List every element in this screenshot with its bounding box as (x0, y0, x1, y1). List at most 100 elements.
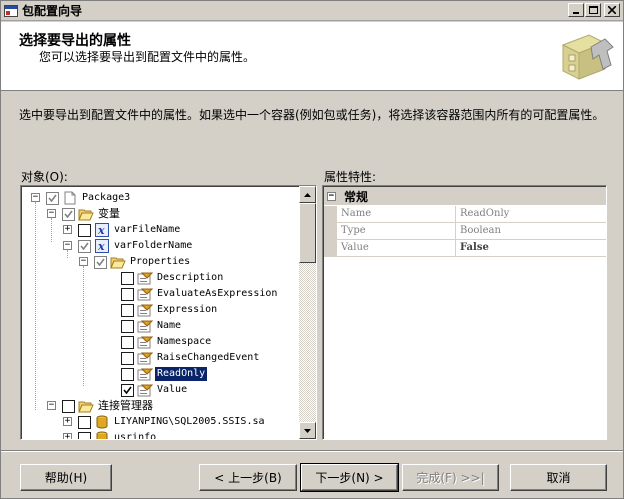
prop-label: EvaluateAsExpression (157, 288, 278, 299)
prop-checkbox[interactable] (121, 367, 134, 381)
page-title: 选择要导出的属性 (19, 33, 131, 49)
objects-tree[interactable]: − Package3 − 变量 + x varFileName − x varF… (20, 185, 317, 440)
var-foldername-checkbox[interactable] (78, 239, 91, 253)
expand-toggle[interactable]: + (63, 433, 72, 439)
property-icon (137, 303, 153, 317)
prop-label: Namespace (157, 336, 212, 347)
wizard-app-icon (4, 4, 18, 18)
properties-checkbox[interactable] (94, 255, 107, 269)
connection-managers-checkbox[interactable] (62, 399, 75, 413)
tree-node-connection-1[interactable]: + LIYANPING\SQL2005.SSIS.sa (63, 414, 267, 430)
checkmark-icon (48, 194, 57, 202)
tree-node-package[interactable]: − Package3 (31, 190, 132, 206)
tree-node-prop-evaluateasexpression[interactable]: EvaluateAsExpression (121, 286, 279, 302)
scroll-down-button[interactable] (299, 422, 316, 439)
property-value: False (456, 240, 606, 257)
expand-toggle[interactable]: + (63, 225, 72, 234)
collapse-toggle[interactable]: − (63, 241, 72, 250)
collapse-toggle[interactable]: − (31, 193, 40, 202)
variable-icon: x (94, 239, 110, 253)
scroll-track[interactable] (299, 263, 316, 422)
back-button[interactable]: < 上一步(B) (199, 464, 297, 491)
minimize-icon (573, 12, 579, 14)
open-folder-icon (110, 255, 126, 269)
finish-button[interactable]: 完成(F) >>| (402, 464, 499, 491)
var-foldername-label: varFolderName (114, 240, 193, 251)
expand-toggle[interactable]: + (63, 417, 72, 426)
collapse-toggle[interactable]: − (79, 257, 88, 266)
prop-checkbox[interactable] (121, 319, 134, 333)
property-row-name[interactable]: Name ReadOnly (324, 206, 606, 223)
properties-label: 属性特性: (324, 170, 377, 184)
prop-checkbox[interactable] (121, 303, 134, 317)
prop-checkbox[interactable] (121, 351, 134, 365)
checkmark-icon (96, 258, 105, 266)
property-icon (137, 271, 153, 285)
prop-label: Value (157, 384, 188, 395)
help-button[interactable]: 帮助(H) (20, 464, 112, 491)
property-name: Name (337, 206, 456, 223)
prop-checkbox[interactable] (121, 287, 134, 301)
wizard-header: 选择要导出的属性 您可以选择要导出到配置文件中的属性。 (1, 22, 623, 91)
prop-checkbox[interactable] (121, 335, 134, 349)
close-icon (608, 6, 616, 14)
var-filename-label: varFileName (114, 224, 181, 235)
maximize-icon (588, 6, 598, 14)
prop-label: Expression (157, 304, 218, 315)
prop-label: Description (157, 272, 224, 283)
collapse-toggle[interactable]: − (327, 191, 336, 201)
scroll-thumb[interactable] (299, 203, 316, 263)
property-category-general[interactable]: − 常规 (324, 187, 606, 205)
property-icon (137, 367, 153, 381)
tree-node-var-filename[interactable]: + x varFileName (63, 222, 182, 238)
page-subtitle: 您可以选择要导出到配置文件中的属性。 (39, 50, 256, 64)
variables-checkbox[interactable] (62, 207, 75, 221)
title-bar[interactable]: 包配置向导 (1, 1, 623, 21)
property-row-value[interactable]: Value False (324, 240, 606, 257)
package-configuration-wizard-window: 包配置向导 选择要导出的属性 您可以选择要导出到配置文件中的属性。 选中要导出到… (0, 0, 624, 499)
property-icon (137, 319, 153, 333)
tree-node-prop-raisechangedevent[interactable]: RaiseChangedEvent (121, 350, 261, 366)
button-separator (1, 450, 623, 452)
collapse-toggle[interactable]: − (47, 401, 56, 410)
var-filename-checkbox[interactable] (78, 223, 91, 237)
connection-1-checkbox[interactable] (78, 415, 91, 429)
prop-checkbox[interactable] (121, 271, 134, 285)
database-connection-icon (94, 431, 110, 439)
checkmark-icon (123, 386, 132, 394)
connection-2-checkbox[interactable] (78, 431, 91, 439)
tree-vertical-scrollbar[interactable] (299, 186, 316, 439)
tree-node-prop-description[interactable]: Description (121, 270, 225, 286)
open-folder-icon (78, 207, 94, 221)
next-button[interactable]: 下一步(N) > (300, 463, 399, 492)
collapse-toggle[interactable]: − (47, 209, 56, 218)
window-title: 包配置向导 (22, 4, 83, 18)
close-button[interactable] (604, 3, 620, 17)
tree-node-prop-readonly[interactable]: ReadOnly (121, 366, 209, 382)
tree-node-connection-managers[interactable]: − 连接管理器 (47, 398, 155, 414)
property-grid[interactable]: − 常规 Name ReadOnly Type Boolean Value Fa… (322, 185, 607, 440)
tree-node-prop-expression[interactable]: Expression (121, 302, 219, 318)
property-name: Value (337, 240, 456, 257)
connection-managers-label: 连接管理器 (98, 399, 153, 412)
minimize-button[interactable] (568, 3, 584, 17)
tree-node-var-foldername[interactable]: − x varFolderName (63, 238, 194, 254)
cancel-button[interactable]: 取消 (510, 464, 607, 491)
connection-2-label: usrinfo (114, 432, 157, 440)
property-value: ReadOnly (456, 206, 606, 223)
property-icon (137, 335, 153, 349)
open-folder-icon (78, 399, 94, 413)
wizard-package-icon (555, 25, 617, 87)
tree-node-variables[interactable]: − 变量 (47, 206, 122, 222)
property-row-type[interactable]: Type Boolean (324, 223, 606, 240)
prop-checkbox-checked[interactable] (121, 383, 134, 397)
maximize-button[interactable] (585, 3, 601, 17)
scroll-up-button[interactable] (299, 186, 316, 203)
package-checkbox[interactable] (46, 191, 59, 205)
tree-node-prop-value[interactable]: Value (121, 382, 189, 398)
tree-node-prop-namespace[interactable]: Namespace (121, 334, 213, 350)
scroll-up-arrow-icon (304, 192, 311, 197)
tree-node-connection-2[interactable]: + usrinfo (63, 430, 158, 440)
tree-node-properties[interactable]: − Properties (79, 254, 192, 270)
tree-node-prop-name[interactable]: Name (121, 318, 183, 334)
